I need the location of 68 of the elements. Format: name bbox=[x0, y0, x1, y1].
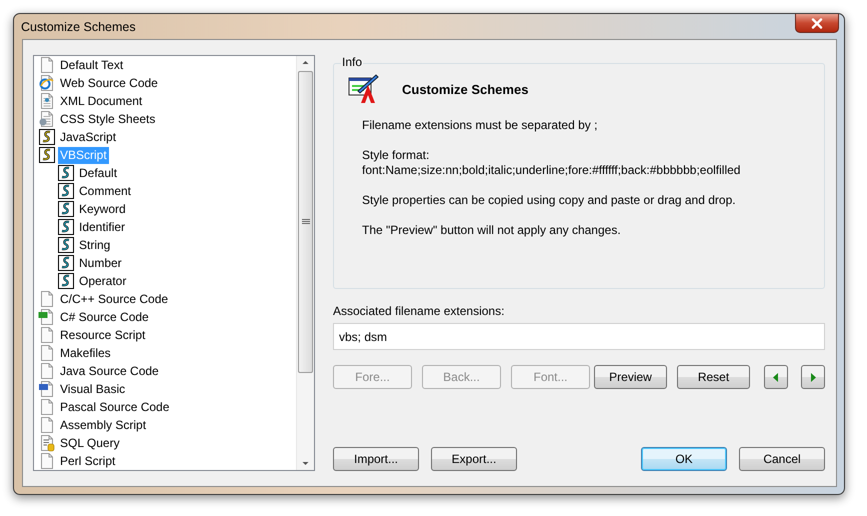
grip-icon bbox=[302, 219, 310, 225]
style-button[interactable]: Preview bbox=[594, 365, 667, 389]
document-icon bbox=[38, 290, 56, 308]
document-icon bbox=[38, 380, 56, 398]
dialog-button[interactable]: Import... bbox=[333, 447, 419, 471]
tree-item[interactable]: Pascal Source Code bbox=[58, 398, 172, 416]
tree-item[interactable]: Identifier bbox=[77, 218, 128, 236]
close-icon bbox=[811, 18, 823, 28]
script-icon bbox=[38, 128, 56, 146]
tree-item[interactable]: Resource Script bbox=[58, 326, 148, 344]
previous-button[interactable] bbox=[764, 365, 788, 389]
style-button[interactable]: Reset bbox=[677, 365, 750, 389]
tree-item[interactable]: Comment bbox=[77, 182, 134, 200]
info-heading: Customize Schemes bbox=[402, 82, 528, 96]
field-label: Associated filename extensions: bbox=[333, 303, 506, 319]
script-icon bbox=[57, 272, 75, 290]
dialog-button[interactable]: OK bbox=[641, 447, 727, 471]
document-icon bbox=[38, 344, 56, 362]
script-icon bbox=[57, 200, 75, 218]
tree-item[interactable]: String bbox=[77, 236, 112, 254]
tree-item[interactable]: Perl Script bbox=[58, 452, 118, 470]
dialog-button[interactable]: Export... bbox=[431, 447, 517, 471]
tree-item[interactable]: CSS Style Sheets bbox=[58, 110, 158, 128]
scrollbar-thumb[interactable] bbox=[298, 71, 313, 373]
tree-item[interactable]: JavaScript bbox=[58, 128, 118, 146]
document-icon bbox=[38, 362, 56, 380]
document-icon bbox=[38, 398, 56, 416]
tree-item[interactable]: Number bbox=[77, 254, 124, 272]
tree-item[interactable]: C# Source Code bbox=[58, 308, 151, 326]
info-text: The "Preview" button will not apply any changes. bbox=[362, 223, 622, 238]
tree-item[interactable]: Web Source Code bbox=[58, 74, 160, 92]
dialog-button[interactable]: Cancel bbox=[739, 447, 825, 471]
document-icon bbox=[38, 110, 56, 128]
script-icon bbox=[38, 146, 56, 164]
script-icon bbox=[57, 164, 75, 182]
tree-item[interactable]: Makefiles bbox=[58, 344, 113, 362]
tree-item[interactable]: C/C++ Source Code bbox=[58, 290, 170, 308]
script-icon bbox=[57, 236, 75, 254]
globe-document-icon bbox=[38, 74, 56, 92]
info-text: Style properties can be copied using copy and paste or drag and drop. bbox=[362, 193, 737, 208]
database-document-icon bbox=[38, 434, 56, 452]
right-arrow-icon bbox=[810, 372, 816, 382]
tree-item[interactable]: SQL Query bbox=[58, 434, 122, 452]
document-icon bbox=[38, 92, 56, 110]
document-icon bbox=[38, 416, 56, 434]
group-label: Info bbox=[341, 55, 364, 69]
tree-item[interactable]: Visual Basic bbox=[58, 380, 128, 398]
tree-item[interactable]: Java Source Code bbox=[58, 362, 161, 380]
vertical-scrollbar[interactable] bbox=[296, 56, 314, 470]
document-icon bbox=[38, 308, 56, 326]
script-icon bbox=[57, 254, 75, 272]
extensions-field[interactable]: vbs; dsm bbox=[333, 323, 825, 350]
tree-item[interactable]: Default Text bbox=[58, 56, 126, 74]
tree-item[interactable]: Assembly Script bbox=[58, 416, 148, 434]
document-icon bbox=[38, 326, 56, 344]
tree-item[interactable]: Keyword bbox=[77, 200, 128, 218]
window-title: Customize Schemes bbox=[21, 20, 136, 34]
tree-item[interactable]: Default bbox=[77, 164, 120, 182]
close-button[interactable] bbox=[795, 14, 839, 33]
tree-item[interactable]: Operator bbox=[77, 272, 128, 290]
info-text: Style format: bbox=[362, 148, 430, 163]
info-text: Filename extensions must be separated by ; bbox=[362, 118, 598, 133]
tree-item[interactable]: XML Document bbox=[58, 92, 144, 110]
left-arrow-icon bbox=[773, 372, 779, 382]
next-button[interactable] bbox=[801, 365, 825, 389]
info-text: font:Name;size:nn;bold;italic;underline;fore:#ffffff;back:#bbbbbb;eolfilled bbox=[362, 163, 742, 178]
script-icon bbox=[57, 182, 75, 200]
script-icon bbox=[57, 218, 75, 236]
